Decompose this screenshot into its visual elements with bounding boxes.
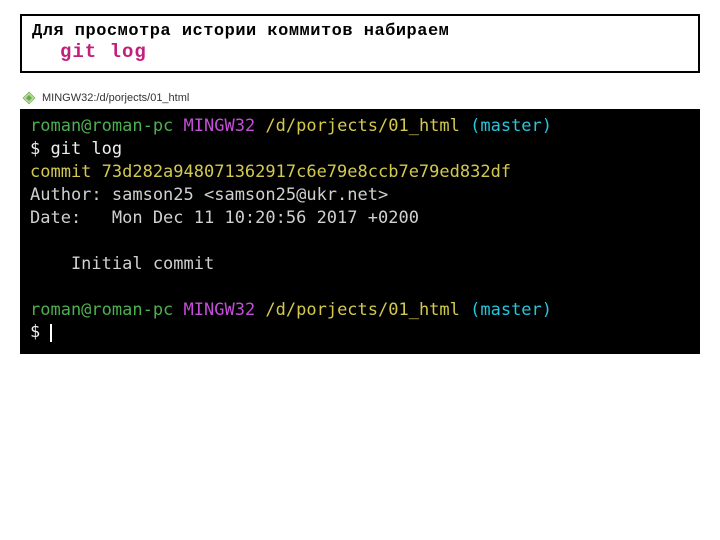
typed-command: git log (50, 139, 122, 159)
command-line: $ git log (30, 139, 122, 159)
command-line-2: $ (30, 322, 52, 342)
window-title-bar: MINGW32:/d/porjects/01_html (22, 91, 700, 105)
prompt-env: MINGW32 (173, 300, 255, 320)
date-line: Date: Mon Dec 11 10:20:56 2017 +0200 (30, 208, 419, 228)
prompt-line: roman@roman-pc MINGW32 /d/porjects/01_ht… (30, 116, 552, 136)
commit-message: Initial commit (30, 254, 214, 274)
prompt-line-2: roman@roman-pc MINGW32 /d/porjects/01_ht… (30, 300, 552, 320)
git-bash-icon (22, 91, 36, 105)
author-line: Author: samson25 <samson25@ukr.net> (30, 185, 388, 205)
prompt-user: roman@roman-pc (30, 116, 173, 136)
text-cursor (50, 324, 52, 342)
instruction-text: Для просмотра истории коммитов набираем (32, 22, 688, 41)
prompt-user: roman@roman-pc (30, 300, 173, 320)
commit-hash-line: commit 73d282a948071362917c6e79e8ccb7e79… (30, 162, 511, 182)
window-title-text: MINGW32:/d/porjects/01_html (42, 92, 189, 104)
prompt-path: /d/porjects/01_html (255, 116, 460, 136)
instruction-box: Для просмотра истории коммитов набираем … (20, 14, 700, 73)
prompt-symbol: $ (30, 139, 50, 159)
prompt-env: MINGW32 (173, 116, 255, 136)
instruction-command: git log (60, 41, 688, 63)
prompt-branch: (master) (460, 116, 552, 136)
prompt-path: /d/porjects/01_html (255, 300, 460, 320)
terminal-window: roman@roman-pc MINGW32 /d/porjects/01_ht… (20, 109, 700, 354)
prompt-symbol: $ (30, 322, 50, 342)
prompt-branch: (master) (460, 300, 552, 320)
